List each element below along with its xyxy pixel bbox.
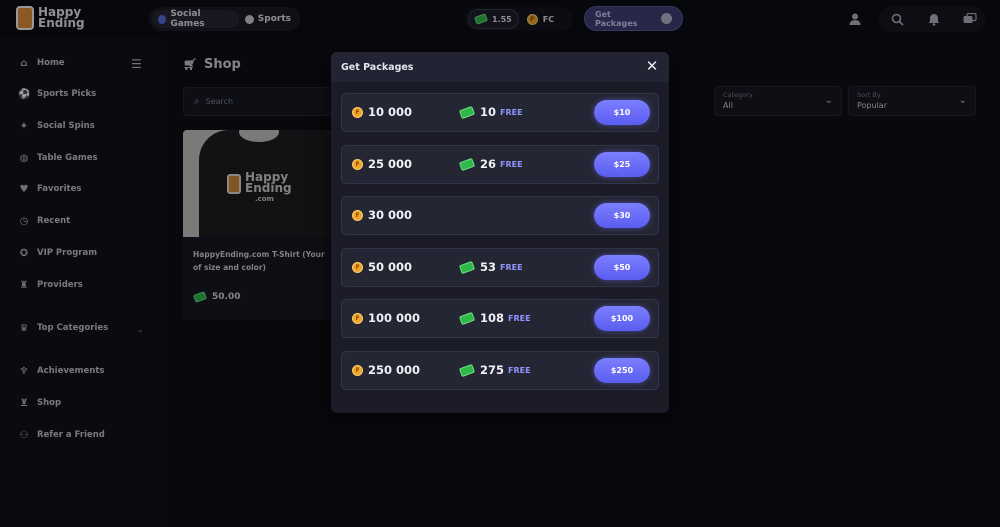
free-label: FREE [508,313,531,323]
package-coins: 250 000 [368,363,421,377]
package-coins: 10 000 [368,105,413,119]
coin-icon: F [352,106,363,118]
coin-icon: F [352,158,363,170]
package-row: F 30 000 $30 [341,196,659,235]
buy-package-button[interactable]: $30 [594,203,650,228]
free-label: FREE [500,159,523,169]
package-bonus: 26 [480,157,497,171]
coin-icon: F [352,261,363,273]
package-coins: 100 000 [368,311,421,325]
package-coins: 30 000 [368,208,413,222]
package-bonus: 53 [480,260,497,274]
modal-header: Get Packages ✕ [331,52,669,82]
cash-icon [458,157,476,171]
cash-icon [458,105,476,119]
package-row: F 100 000 108 FREE $100 [341,299,659,338]
cash-icon [458,363,476,377]
cash-icon [458,260,476,274]
free-label: FREE [500,262,523,272]
coin-icon: F [352,364,363,376]
modal-title: Get Packages [341,61,414,73]
buy-package-button[interactable]: $100 [594,306,650,331]
package-row: F 250 000 275 FREE $250 [341,351,659,390]
package-row: F 25 000 26 FREE $25 [341,145,659,184]
close-icon[interactable]: ✕ [644,58,660,74]
free-label: FREE [500,107,523,117]
package-bonus: 108 [480,311,505,325]
free-label: FREE [508,365,531,375]
get-packages-modal: Get Packages ✕ F 10 000 10 FREE $10 F 25… [331,52,669,413]
coin-icon: F [352,209,363,221]
buy-package-button[interactable]: $250 [594,358,650,383]
package-coins: 25 000 [368,157,413,171]
buy-package-button[interactable]: $25 [594,152,650,177]
package-coins: 50 000 [368,260,413,274]
package-row: F 50 000 53 FREE $50 [341,248,659,287]
package-row: F 10 000 10 FREE $10 [341,93,659,132]
buy-package-button[interactable]: $50 [594,255,650,280]
buy-package-button[interactable]: $10 [594,100,650,125]
package-bonus: 10 [480,105,497,119]
coin-icon: F [352,312,363,324]
package-bonus: 275 [480,363,505,377]
cash-icon [458,311,476,325]
